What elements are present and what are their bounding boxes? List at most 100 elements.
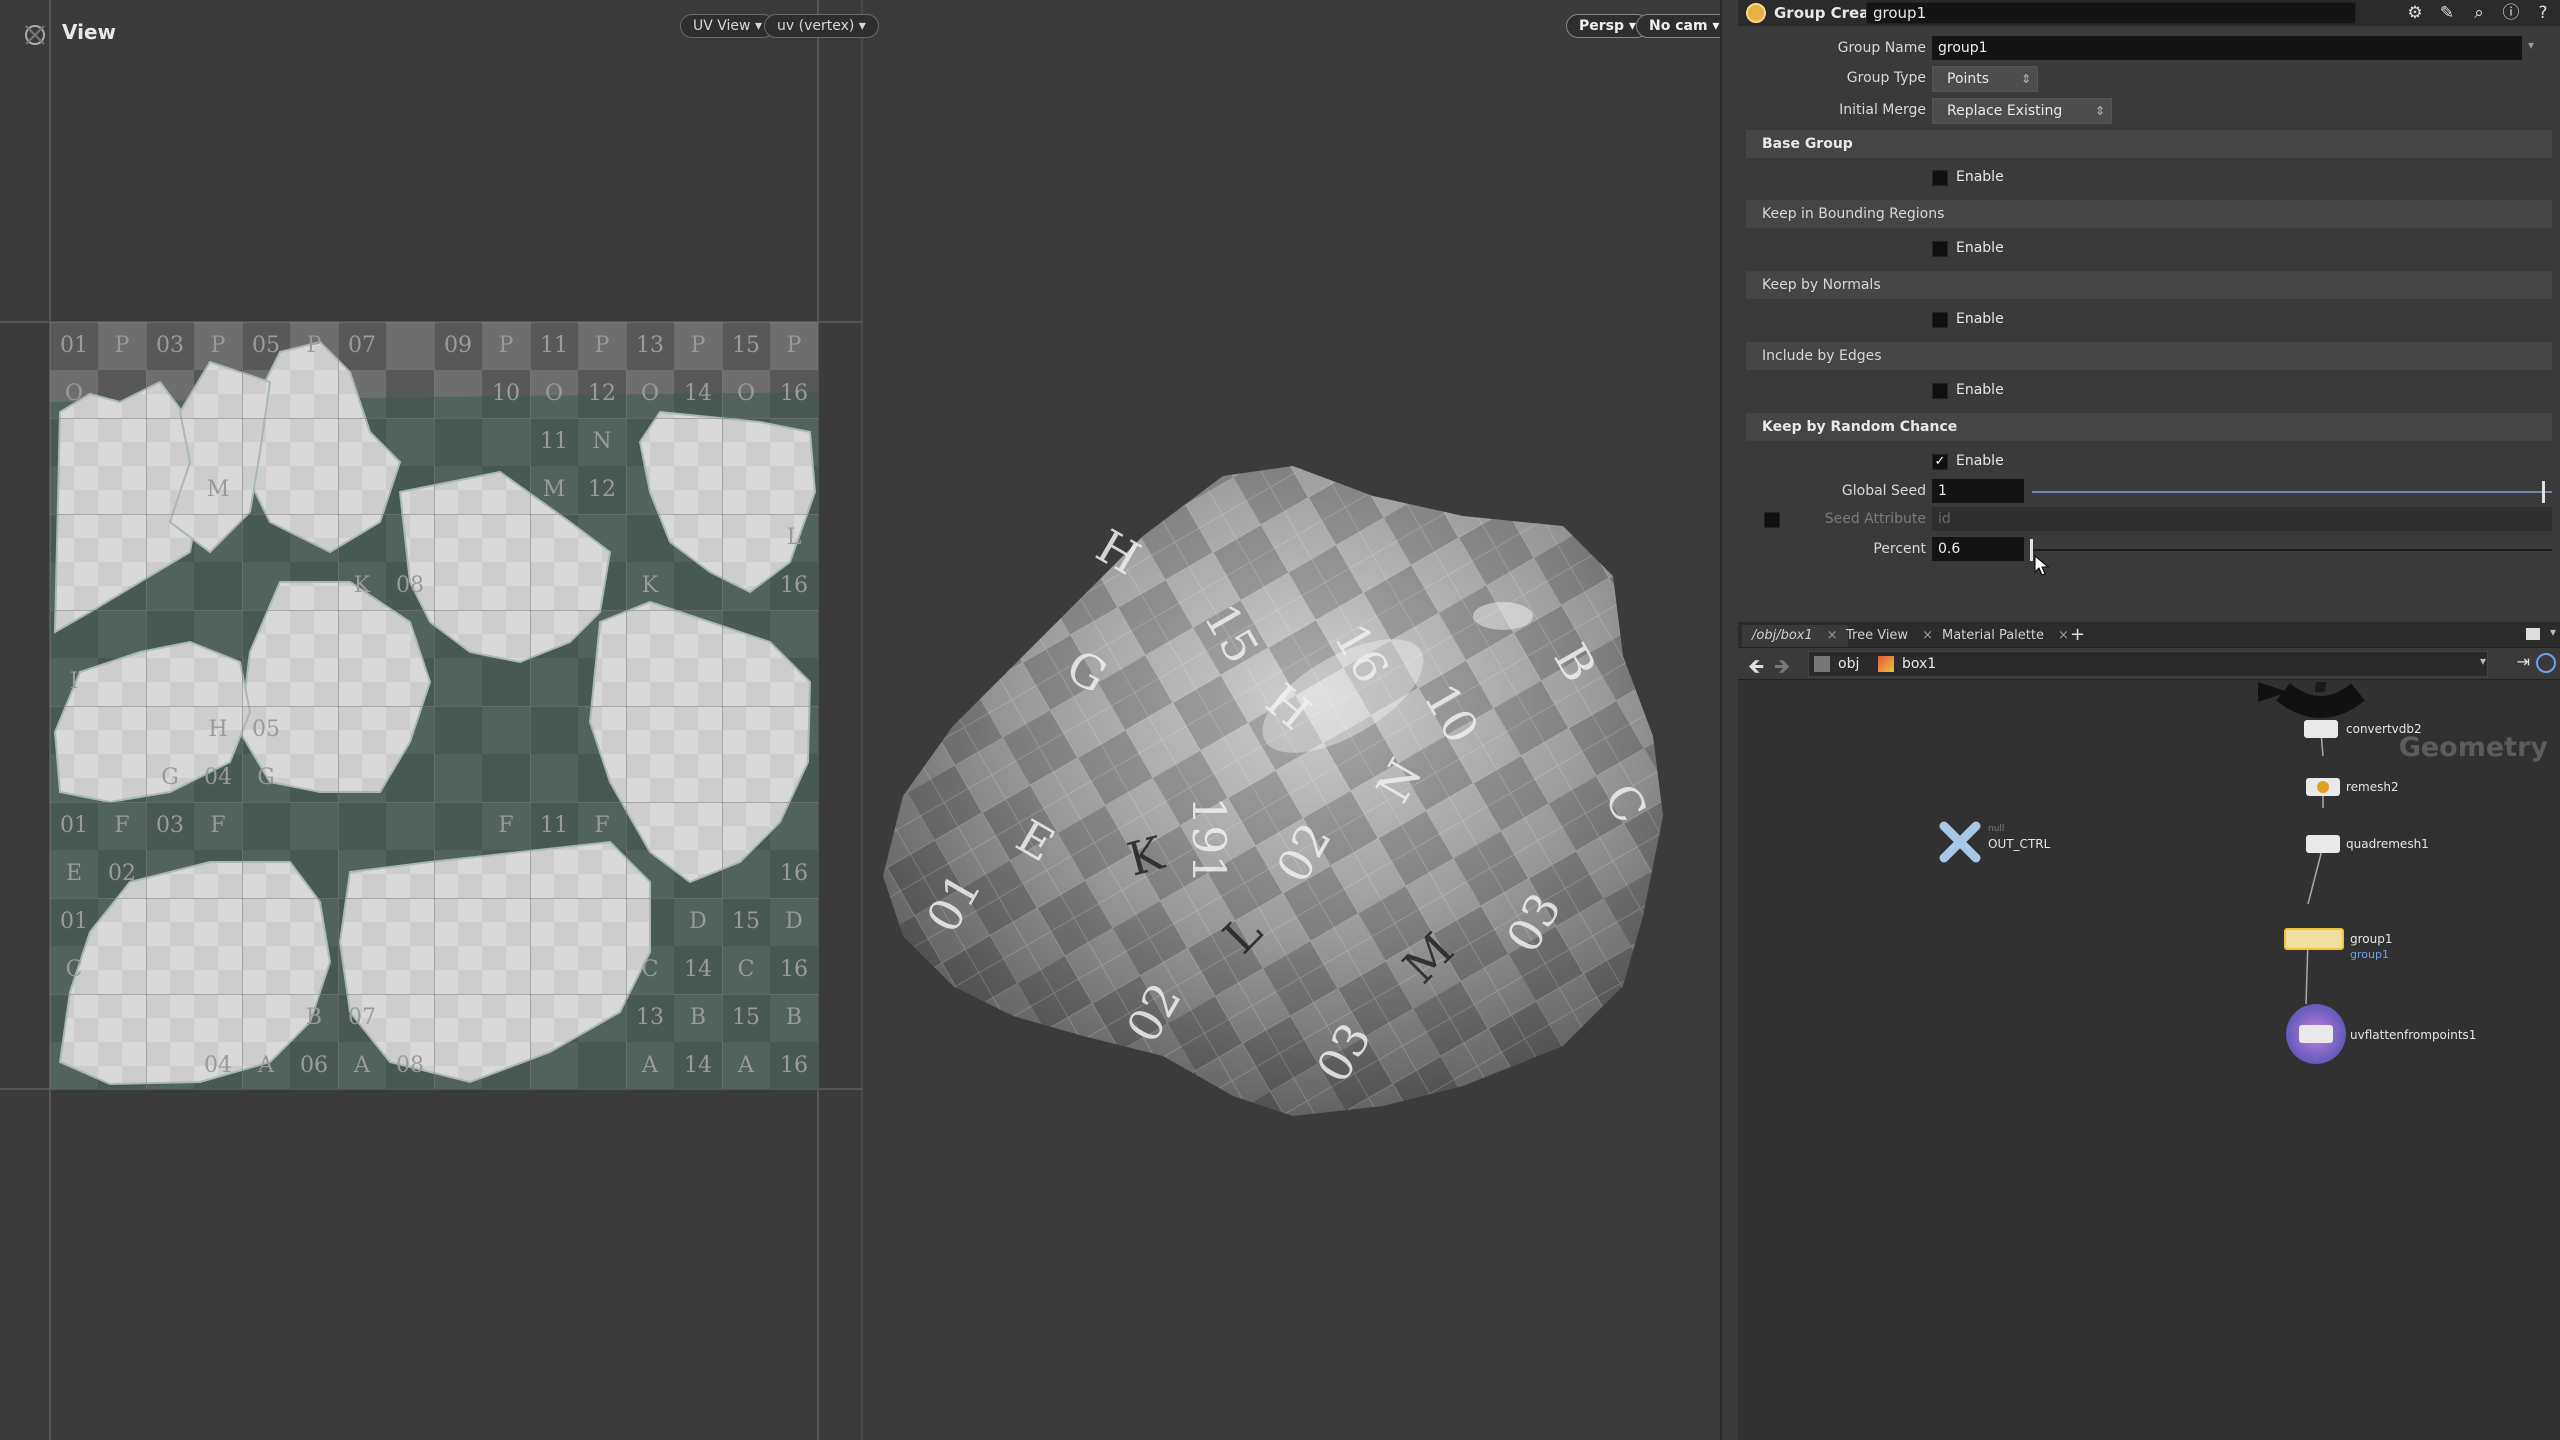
section-keep-by-normals[interactable]: Keep by Normals (1746, 271, 2552, 299)
base-group-enable-checkbox[interactable] (1932, 170, 1948, 186)
breadcrumb-obj[interactable]: obj (1838, 652, 1859, 676)
group1-sublabel: group1 (2350, 948, 2389, 961)
global-seed-slider[interactable] (2032, 491, 2552, 493)
svg-text:P: P (307, 333, 322, 358)
svg-text:A: A (737, 1053, 755, 1078)
svg-text:K: K (642, 573, 659, 598)
svg-text:03: 03 (156, 333, 184, 358)
section-random-chance[interactable]: Keep by Random Chance (1746, 413, 2552, 441)
svg-text:03: 03 (156, 813, 184, 838)
operator-name-field[interactable]: group1 (1866, 2, 2356, 24)
gear-icon[interactable]: ⚙ (2404, 2, 2426, 24)
tab-material-palette[interactable]: Material Palette × (1932, 625, 2079, 647)
convertvdb2-node[interactable] (2304, 720, 2338, 738)
pane-layout-icon[interactable] (2526, 628, 2540, 640)
edges-enable-checkbox[interactable] (1932, 383, 1948, 399)
svg-text:L: L (787, 525, 802, 550)
percent-field[interactable]: 0.6 (1932, 537, 2024, 561)
bounding-enable-checkbox[interactable] (1932, 241, 1948, 257)
seed-attribute-toggle[interactable] (1764, 512, 1780, 528)
svg-text:F: F (114, 813, 129, 838)
3d-mesh-view[interactable]: H 15 16 10 G H N 02 K L M 03 01 02 191 0… (863, 56, 1722, 1440)
normals-enable-checkbox[interactable] (1932, 312, 1948, 328)
add-tab-icon[interactable]: + (2070, 624, 2085, 645)
section-bounding-regions[interactable]: Keep in Bounding Regions (1746, 200, 2552, 228)
chevron-down-icon[interactable]: ▾ (2550, 625, 2556, 639)
svg-text:16: 16 (780, 861, 808, 886)
remesh2-node[interactable] (2306, 778, 2340, 796)
percent-slider[interactable] (2032, 549, 2552, 551)
view-icon[interactable] (20, 20, 50, 50)
seed-attribute-field[interactable]: id (1932, 507, 2552, 531)
out-ctrl-label: OUT_CTRL (1988, 837, 2051, 851)
svg-text:14: 14 (684, 381, 712, 406)
section-base-group[interactable]: Base Group (1746, 130, 2552, 158)
svg-text:12: 12 (588, 477, 616, 502)
operator-type-icon[interactable] (1746, 3, 1766, 23)
svg-text:04: 04 (204, 1053, 232, 1078)
brush-icon[interactable]: ✎ (2436, 2, 2458, 24)
svg-text:09: 09 (444, 333, 472, 358)
close-icon[interactable]: × (2058, 628, 2069, 643)
random-enable-checkbox[interactable]: ✓ (1932, 454, 1948, 470)
network-editor-canvas[interactable]: Geometry convertvdb2 remesh2 quadremesh1… (1738, 682, 2560, 1440)
global-seed-field[interactable]: 1 (1932, 479, 2024, 503)
chevron-down-icon[interactable]: ▾ (2528, 38, 2534, 52)
group-name-field[interactable]: group1 (1932, 36, 2522, 60)
convertvdb2-label: convertvdb2 (2346, 722, 2422, 736)
info-icon[interactable]: ⓘ (2500, 2, 2522, 24)
node-wires (2258, 682, 2365, 1005)
pin-icon[interactable]: ⇥ (2517, 652, 2530, 671)
tab-network[interactable]: /obj/box1 × (1742, 625, 1848, 647)
svg-text:P: P (787, 333, 802, 358)
tab-tree-view[interactable]: Tree View × (1836, 625, 1943, 647)
svg-text:M: M (543, 477, 566, 502)
initial-merge-menu[interactable]: Replace Existing ⇕ (1932, 98, 2112, 124)
svg-text:O: O (545, 381, 563, 406)
quadremesh1-node[interactable] (2306, 835, 2340, 853)
forward-arrow-icon[interactable]: 🡺 (1774, 652, 1790, 686)
group-name-row: Group Name group1 ▾ (1738, 34, 2560, 64)
back-arrow-icon[interactable]: 🡸 (1748, 652, 1764, 686)
viewport-header: View UV View ▾ uv (vertex) ▾ Persp ▾ No … (0, 0, 1720, 56)
svg-text:15: 15 (732, 333, 760, 358)
pane-tab-bar: /obj/box1 × Tree View × Material Palette × … (1738, 622, 2560, 648)
camera-menu[interactable]: No cam ▾ (1636, 14, 1720, 38)
uv-attribute-menu[interactable]: uv (vertex) ▾ (764, 14, 879, 38)
svg-text:07: 07 (348, 1005, 376, 1030)
group1-node[interactable] (2284, 928, 2344, 950)
percent-slider-handle[interactable] (2030, 539, 2033, 561)
path-navbar: 🡸 🡺 obj box1 ▾ ⇥ (1738, 648, 2560, 680)
initial-merge-row: Initial Merge Replace Existing ⇕ (1738, 96, 2560, 126)
uv-view-pane[interactable]: 01 P 03 P 05 P 07 09 P 11 P 13 P 15 P O 10 O 12 O 14 … (0, 0, 863, 1440)
scene-viewport[interactable]: 01 P 03 P 05 P 07 09 P 11 P 13 P 15 P O 10 O 12 O 14 … (0, 0, 1722, 1440)
network-pane: /obj/box1 × Tree View × Material Palette × … (1738, 622, 2560, 1440)
svg-text:A: A (257, 1053, 275, 1078)
link-icon[interactable] (2536, 653, 2556, 673)
svg-text:B: B (690, 1005, 706, 1030)
out-ctrl-null-node[interactable] (1938, 820, 1982, 864)
uvflattenfrompoints1-node[interactable] (2286, 1004, 2346, 1064)
svg-text:B: B (306, 1005, 322, 1030)
chevron-down-icon[interactable]: ▾ (2480, 654, 2486, 668)
svg-text:16: 16 (780, 957, 808, 982)
svg-text:14: 14 (684, 957, 712, 982)
enable-label: Enable (1956, 311, 2004, 327)
svg-text:C: C (66, 957, 83, 982)
svg-text:13: 13 (636, 333, 664, 358)
section-include-by-edges[interactable]: Include by Edges (1746, 342, 2552, 370)
svg-text:D: D (785, 909, 803, 934)
global-seed-row: Global Seed 1 (1738, 477, 2560, 507)
group-type-row: Group Type Points ⇕ (1738, 64, 2560, 94)
quadremesh1-label: quadremesh1 (2346, 837, 2429, 851)
svg-text:K: K (354, 573, 371, 598)
svg-text:16: 16 (780, 573, 808, 598)
help-icon[interactable]: ? (2532, 2, 2554, 24)
percent-row: Percent 0.6 (1738, 535, 2560, 576)
uv-view-menu[interactable]: UV View ▾ (680, 14, 775, 38)
search-icon[interactable]: ⌕ (2468, 2, 2490, 24)
global-seed-slider-handle[interactable] (2542, 481, 2545, 503)
seed-attribute-label: Seed Attribute (1824, 511, 1926, 527)
group-type-menu[interactable]: Points ⇕ (1932, 66, 2038, 92)
breadcrumb-box1[interactable]: box1 (1902, 652, 1936, 676)
